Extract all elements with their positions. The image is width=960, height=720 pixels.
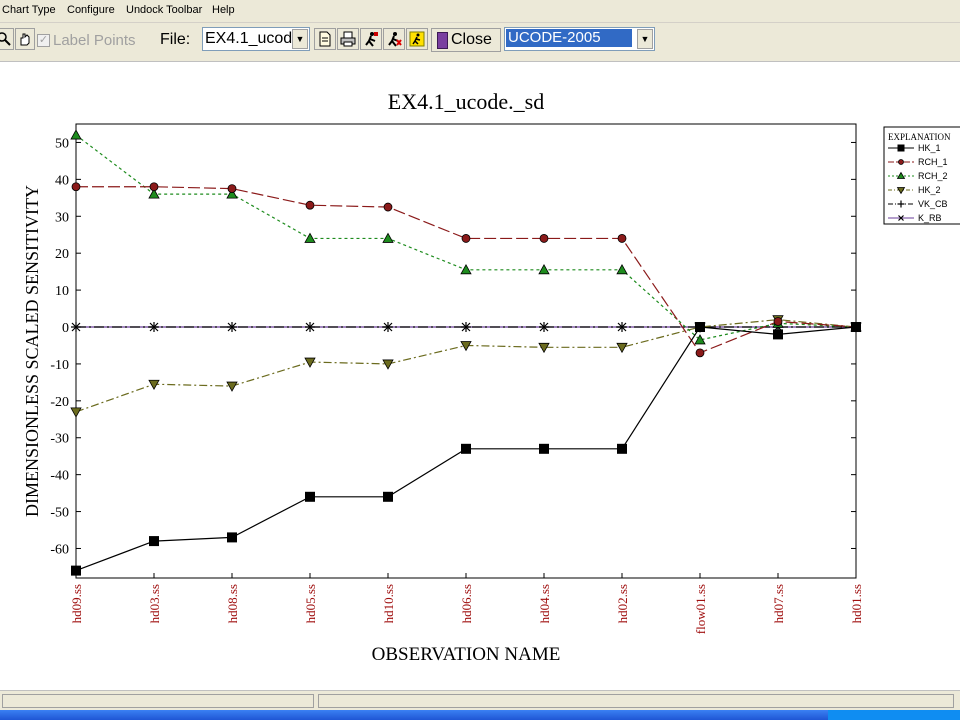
checkbox-box: ✓ bbox=[37, 33, 50, 47]
label-points-checkbox[interactable]: ✓ Label Points bbox=[37, 29, 136, 51]
y-tick-label: 0 bbox=[62, 321, 69, 336]
x-tick-label: flow01.ss bbox=[693, 584, 708, 634]
status-panel-right bbox=[318, 694, 954, 708]
legend-label: HK_2 bbox=[918, 185, 941, 195]
y-tick-label: -10 bbox=[50, 358, 69, 373]
legend-label: VK_CB bbox=[918, 199, 948, 209]
data-point bbox=[383, 202, 393, 212]
chart-area: EX4.1_ucode._sd DIMENSIONLESS SCALED SENS… bbox=[0, 62, 960, 688]
legend-label: HK_1 bbox=[918, 143, 941, 153]
legend-label: RCH_1 bbox=[918, 157, 948, 167]
data-point bbox=[383, 491, 393, 502]
y-tick-label: 20 bbox=[55, 247, 69, 262]
x-tick-label: hd06.ss bbox=[459, 584, 474, 623]
menu-help[interactable]: Help bbox=[212, 4, 235, 16]
data-point bbox=[695, 322, 705, 333]
legend-label: RCH_2 bbox=[918, 171, 948, 181]
data-point bbox=[305, 200, 315, 210]
magnifier-icon bbox=[0, 32, 11, 46]
y-tick-label: 10 bbox=[55, 284, 69, 299]
menu-configure[interactable]: Configure bbox=[67, 4, 115, 16]
data-point bbox=[227, 532, 237, 543]
file-label: File: bbox=[160, 31, 191, 48]
toolbar: ✓ Label Points File: EX4.1_ucod ▼ Close … bbox=[0, 23, 960, 62]
data-point bbox=[617, 443, 627, 454]
x-tick-label: hd04.ss bbox=[537, 584, 552, 623]
running-man-yellow-icon bbox=[409, 31, 425, 47]
x-tick-label: hd02.ss bbox=[615, 584, 630, 623]
chevron-down-icon[interactable]: ▼ bbox=[292, 29, 308, 49]
legend: EXPLANATIONHK_1 RCH_1 RCH_2 HK_2 VK_CB K_RB bbox=[883, 126, 960, 225]
y-tick-label: 40 bbox=[55, 173, 69, 188]
label-points-text: Label Points bbox=[53, 31, 136, 49]
data-point bbox=[773, 317, 783, 326]
y-tick-label: -40 bbox=[50, 469, 69, 484]
data-point bbox=[617, 234, 627, 243]
runner-icon bbox=[365, 32, 378, 47]
status-bar bbox=[0, 690, 960, 711]
data-point bbox=[227, 184, 237, 193]
data-point bbox=[461, 234, 471, 243]
data-point bbox=[539, 443, 549, 454]
x-tick-label: hd01.ss bbox=[849, 584, 864, 623]
status-panel-left bbox=[2, 694, 314, 708]
x-tick-label: hd05.ss bbox=[303, 584, 318, 623]
y-tick-label: -60 bbox=[50, 542, 69, 557]
y-axis-label: DIMENSIONLESS SCALED SENSITIVITY bbox=[22, 185, 42, 517]
data-point bbox=[695, 348, 705, 358]
pan-button[interactable] bbox=[15, 28, 35, 50]
data-point bbox=[461, 443, 471, 454]
data-point bbox=[539, 234, 549, 243]
program-select-value: UCODE-2005 bbox=[506, 29, 632, 47]
data-point bbox=[305, 491, 315, 502]
menu-undock-toolbar[interactable]: Undock Toolbar bbox=[126, 4, 202, 16]
chart-title: EX4.1_ucode._sd bbox=[388, 89, 544, 114]
y-tick-label: -50 bbox=[50, 506, 69, 521]
sensitivity-chart: EX4.1_ucode._sd DIMENSIONLESS SCALED SENS… bbox=[22, 89, 960, 665]
data-point bbox=[773, 329, 783, 340]
tool-run-button[interactable] bbox=[360, 28, 382, 50]
legend-title: EXPLANATION bbox=[888, 132, 951, 142]
data-point bbox=[898, 159, 904, 165]
taskbar bbox=[0, 710, 960, 720]
x-tick-label: hd10.ss bbox=[381, 584, 396, 623]
tool-run-alt-button[interactable] bbox=[383, 28, 405, 50]
door-icon bbox=[437, 31, 448, 49]
x-tick-label: hd09.ss bbox=[69, 584, 84, 623]
zoom-button[interactable] bbox=[0, 28, 14, 50]
legend-label: K_RB bbox=[918, 213, 942, 223]
hand-icon bbox=[20, 33, 30, 46]
data-point bbox=[71, 182, 81, 192]
y-tick-label: 30 bbox=[55, 210, 69, 225]
new-document-button[interactable] bbox=[314, 28, 336, 50]
x-tick-label: hd07.ss bbox=[771, 584, 786, 623]
close-button[interactable]: Close bbox=[431, 28, 501, 52]
menu-chart-type[interactable]: Chart Type bbox=[2, 4, 56, 16]
data-point bbox=[71, 565, 81, 576]
x-axis-label: OBSERVATION NAME bbox=[372, 644, 561, 665]
y-tick-label: 50 bbox=[55, 136, 69, 151]
exit-run-button[interactable] bbox=[406, 28, 428, 50]
x-tick-label: hd03.ss bbox=[147, 584, 162, 623]
file-select-value: EX4.1_ucod bbox=[205, 30, 293, 47]
chevron-down-icon[interactable]: ▼ bbox=[637, 29, 653, 49]
menu-bar: Chart Type Configure Undock Toolbar Help bbox=[0, 0, 960, 23]
runner-red-icon bbox=[388, 32, 402, 47]
program-select[interactable]: UCODE-2005 ▼ bbox=[504, 27, 655, 51]
y-tick-label: -30 bbox=[50, 432, 69, 447]
y-tick-label: -20 bbox=[50, 395, 69, 410]
data-point bbox=[851, 322, 861, 333]
document-icon bbox=[319, 31, 331, 47]
x-tick-label: hd08.ss bbox=[225, 584, 240, 623]
print-button[interactable] bbox=[337, 28, 359, 50]
close-button-label: Close bbox=[451, 31, 492, 48]
taskbar-tray bbox=[828, 710, 960, 720]
data-point bbox=[897, 144, 905, 152]
data-point bbox=[149, 536, 159, 547]
printer-icon bbox=[340, 31, 356, 47]
data-point bbox=[149, 182, 159, 192]
file-select[interactable]: EX4.1_ucod ▼ bbox=[202, 27, 310, 51]
